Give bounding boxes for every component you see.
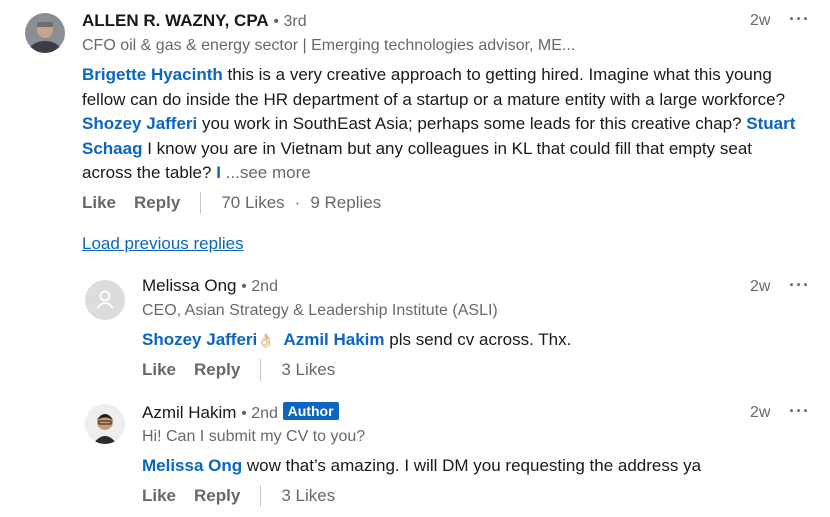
name-line-melissa: Melissa Ong • 2nd — [142, 276, 278, 296]
mention-link[interactable]: Brigette Hyacinth — [82, 65, 223, 84]
replies-count[interactable]: 9 Replies — [310, 193, 381, 213]
likes-count[interactable]: 3 Likes — [281, 486, 335, 506]
reply-button[interactable]: Reply — [194, 360, 240, 380]
avatar-allen[interactable] — [25, 13, 65, 53]
load-previous-replies-link[interactable]: Load previous replies — [82, 234, 244, 254]
connection-degree: • 2nd — [241, 278, 278, 295]
avatar-photo-icon — [25, 13, 65, 53]
author-headline: Hi! Can I submit my CV to you? — [142, 428, 366, 445]
reply-actions: Like Reply 3 Likes — [142, 485, 335, 507]
avatar-azmil[interactable] — [85, 404, 125, 444]
comment-text: you work in SouthEast Asia; perhaps some… — [197, 114, 747, 133]
author-name[interactable]: ALLEN R. WAZNY, CPA — [82, 11, 269, 30]
timestamp: 2w — [750, 278, 771, 295]
more-options-icon[interactable]: ··· — [789, 401, 810, 422]
default-person-icon — [96, 290, 114, 309]
timestamp: 2w — [750, 12, 771, 29]
reply-text: wow that’s amazing. I will DM you reques… — [242, 456, 702, 475]
comment-text: I know you are in Vietnam but any collea… — [82, 138, 753, 183]
see-more-button[interactable]: ...see more — [221, 163, 311, 182]
comment-actions: Like Reply 70 Likes · 9 Replies — [82, 192, 381, 214]
mention-link[interactable]: Shozey Jafferi — [142, 330, 257, 349]
name-line-azmil: Azmil Hakim • 2nd Author — [142, 402, 339, 423]
reply-body: Melissa Ong wow that’s amazing. I will D… — [142, 454, 701, 479]
emoji-ok-hand-icon: 👌🏻 — [257, 332, 275, 348]
mention-link[interactable]: Azmil Hakim — [283, 330, 384, 349]
author-name[interactable]: Azmil Hakim — [142, 403, 236, 422]
connection-degree: • 3rd — [273, 13, 307, 30]
likes-count[interactable]: 3 Likes — [281, 360, 335, 380]
avatar-melissa[interactable] — [85, 280, 125, 320]
avatar-photo-icon — [85, 404, 125, 444]
like-button[interactable]: Like — [142, 360, 176, 380]
action-divider — [260, 359, 262, 381]
more-options-icon[interactable]: ··· — [789, 275, 810, 296]
more-options-icon[interactable]: ··· — [789, 9, 810, 30]
reply-button[interactable]: Reply — [194, 486, 240, 506]
mention-link[interactable]: Shozey Jafferi — [82, 114, 197, 133]
timestamp: 2w — [750, 404, 771, 421]
connection-degree: • 2nd — [241, 405, 278, 422]
reply-button[interactable]: Reply — [134, 193, 180, 213]
author-name[interactable]: Melissa Ong — [142, 276, 236, 295]
likes-count[interactable]: 70 Likes — [221, 193, 284, 213]
author-headline: CFO oil & gas & energy sector | Emerging… — [82, 37, 576, 54]
reply-actions: Like Reply 3 Likes — [142, 359, 335, 381]
like-button[interactable]: Like — [82, 193, 116, 213]
separator-dot: · — [294, 193, 301, 212]
like-button[interactable]: Like — [142, 486, 176, 506]
action-divider — [260, 485, 262, 507]
reply-body: Shozey Jafferi👌🏻 Azmil Hakim pls send cv… — [142, 328, 571, 353]
author-badge: Author — [282, 402, 339, 420]
mention-link[interactable]: Melissa Ong — [142, 456, 242, 475]
action-divider — [200, 192, 202, 214]
name-line-allen: ALLEN R. WAZNY, CPA • 3rd — [82, 11, 307, 31]
author-headline: CEO, Asian Strategy & Leadership Institu… — [142, 302, 498, 319]
reply-text: pls send cv across. Thx. — [384, 330, 572, 349]
comment-body: Brigette Hyacinth this is a very creativ… — [82, 63, 802, 186]
